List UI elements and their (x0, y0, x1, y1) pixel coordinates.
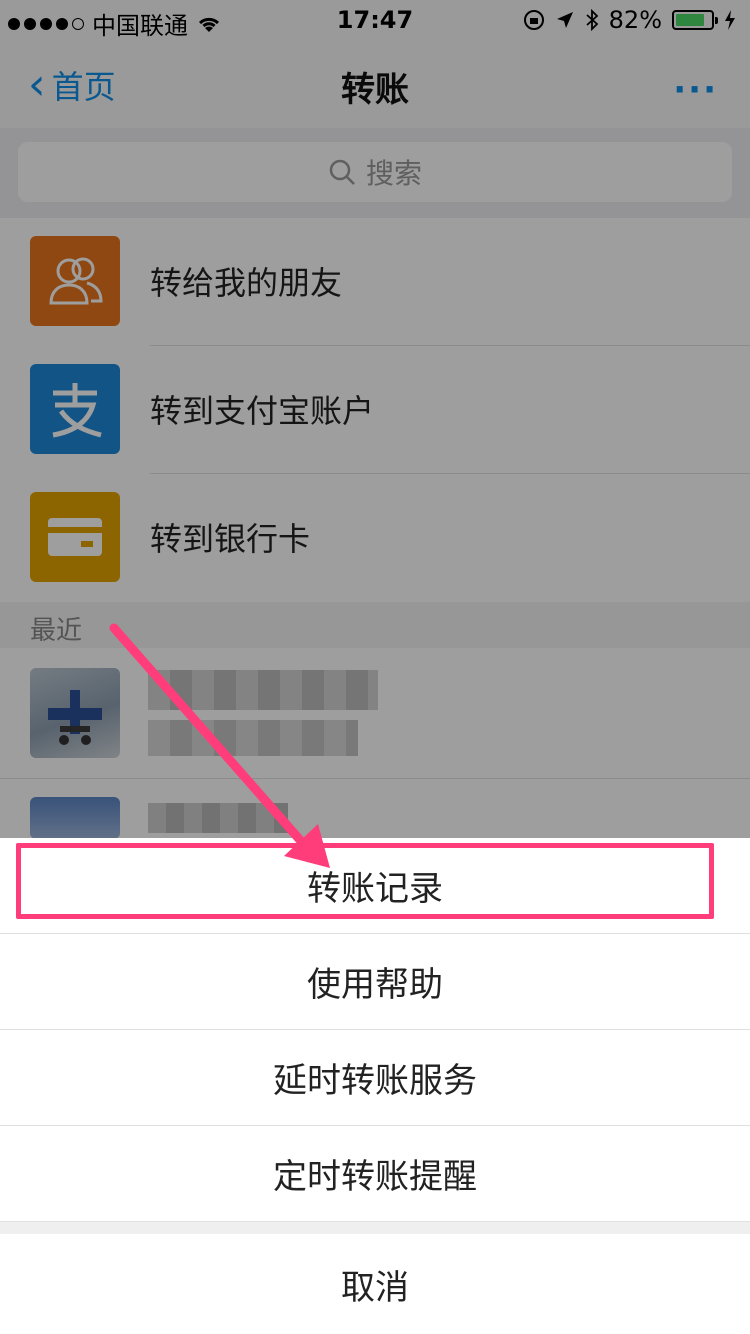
pointer-arrow-icon (109, 623, 330, 868)
